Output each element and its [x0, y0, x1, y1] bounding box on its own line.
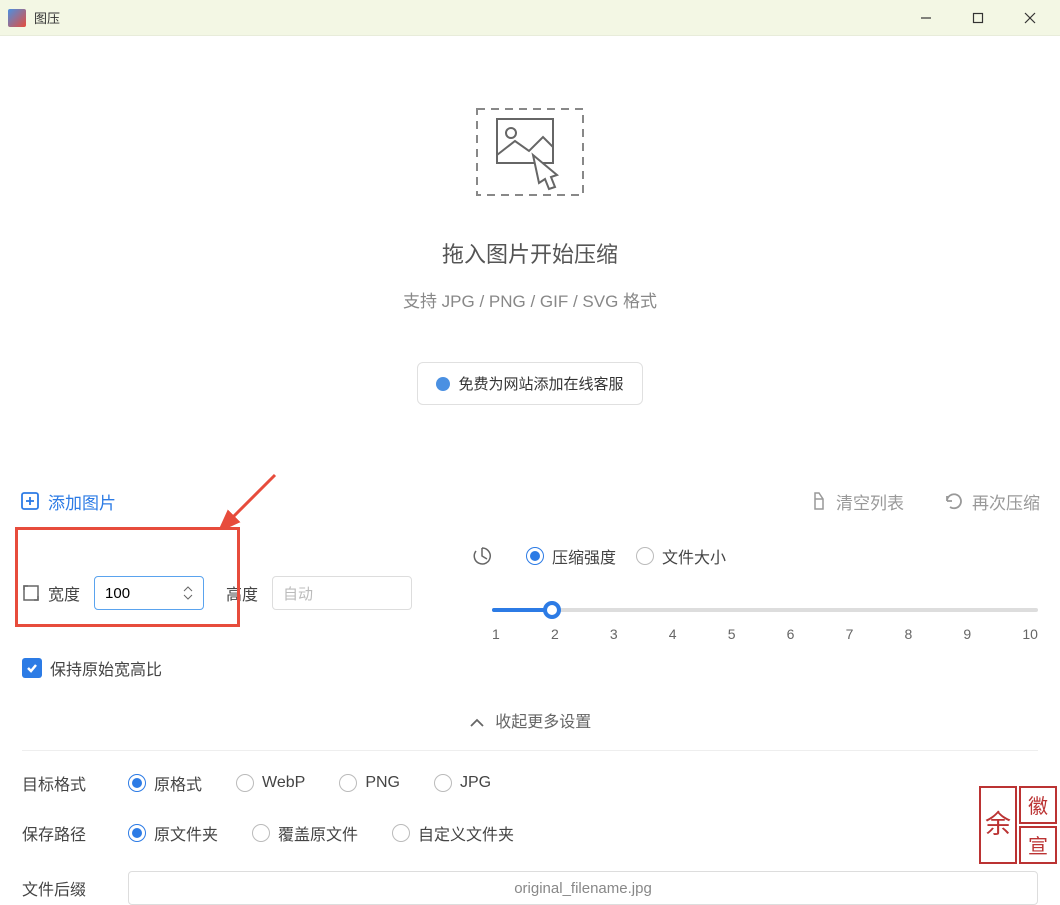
savepath-radio-1[interactable]: 覆盖原文件 — [252, 821, 358, 845]
suffix-input[interactable]: original_filename.jpg — [128, 871, 1038, 905]
width-input[interactable]: 100 — [94, 576, 204, 610]
add-image-button[interactable]: 添加图片 — [20, 489, 116, 514]
dropzone[interactable]: 拖入图片开始压缩 支持 JPG / PNG / GIF / SVG 格式 免费为… — [0, 36, 1060, 476]
suffix-row: 文件后缀 original_filename.jpg — [22, 871, 1038, 905]
dropzone-subtitle: 支持 JPG / PNG / GIF / SVG 格式 — [403, 287, 657, 312]
target-format-label: 目标格式 — [22, 771, 86, 795]
svg-text:宣: 宣 — [1028, 835, 1048, 858]
save-path-label: 保存路径 — [22, 821, 86, 845]
minimize-button[interactable] — [912, 4, 940, 32]
chat-icon — [436, 377, 450, 391]
maximize-button[interactable] — [964, 4, 992, 32]
compress-slider[interactable]: 12345678910 — [492, 588, 1038, 642]
window-controls — [912, 4, 1052, 32]
compress-strength-radio[interactable]: 压缩强度 — [526, 544, 616, 568]
recompress-label: 再次压缩 — [972, 489, 1040, 514]
savepath-radio-0[interactable]: 原文件夹 — [128, 821, 218, 845]
image-drop-icon — [475, 107, 585, 197]
svg-text:徽: 徽 — [1028, 795, 1048, 818]
close-button[interactable] — [1016, 4, 1044, 32]
slider-ticks: 12345678910 — [492, 626, 1038, 642]
clear-list-button[interactable]: 清空列表 — [810, 489, 904, 514]
svg-text:余: 余 — [985, 809, 1011, 839]
save-path-row: 保存路径 原文件夹 覆盖原文件 自定义文件夹 — [22, 821, 1038, 845]
width-spinner[interactable] — [183, 585, 193, 601]
dropzone-title: 拖入图片开始压缩 — [442, 237, 618, 269]
target-format-row: 目标格式 原格式 WebP PNG JPG — [22, 771, 1038, 795]
width-label: 宽度 — [22, 581, 80, 605]
suffix-label: 文件后缀 — [22, 876, 86, 900]
height-label: 高度 — [226, 581, 258, 605]
format-radio-PNG[interactable]: PNG — [339, 771, 400, 795]
collapse-settings-button[interactable]: 收起更多设置 — [22, 700, 1038, 750]
promo-label: 免费为网站添加在线客服 — [458, 373, 623, 394]
format-radio-JPG[interactable]: JPG — [434, 771, 491, 795]
titlebar: 图压 — [0, 0, 1060, 36]
filesize-radio[interactable]: 文件大小 — [636, 544, 726, 568]
app-icon — [8, 9, 26, 27]
compress-icon — [472, 546, 492, 566]
add-image-label: 添加图片 — [48, 489, 116, 514]
savepath-radio-2[interactable]: 自定义文件夹 — [392, 821, 514, 845]
format-radio-原格式[interactable]: 原格式 — [128, 771, 202, 795]
toolbar: 添加图片 清空列表 再次压缩 — [0, 476, 1060, 526]
promo-button[interactable]: 免费为网站添加在线客服 — [417, 362, 642, 405]
format-radio-WebP[interactable]: WebP — [236, 771, 305, 795]
settings-panel: 宽度 100 高度 自动 压缩强度 文件大小 12345678910 保持原始宽… — [0, 526, 1060, 905]
watermark-seal: 余 徽 宣 — [978, 785, 1058, 865]
clear-list-label: 清空列表 — [836, 489, 904, 514]
height-input[interactable]: 自动 — [272, 576, 412, 610]
keep-ratio-checkbox[interactable]: 保持原始宽高比 — [22, 656, 162, 680]
recompress-button[interactable]: 再次压缩 — [944, 489, 1040, 514]
app-title: 图压 — [34, 8, 912, 27]
